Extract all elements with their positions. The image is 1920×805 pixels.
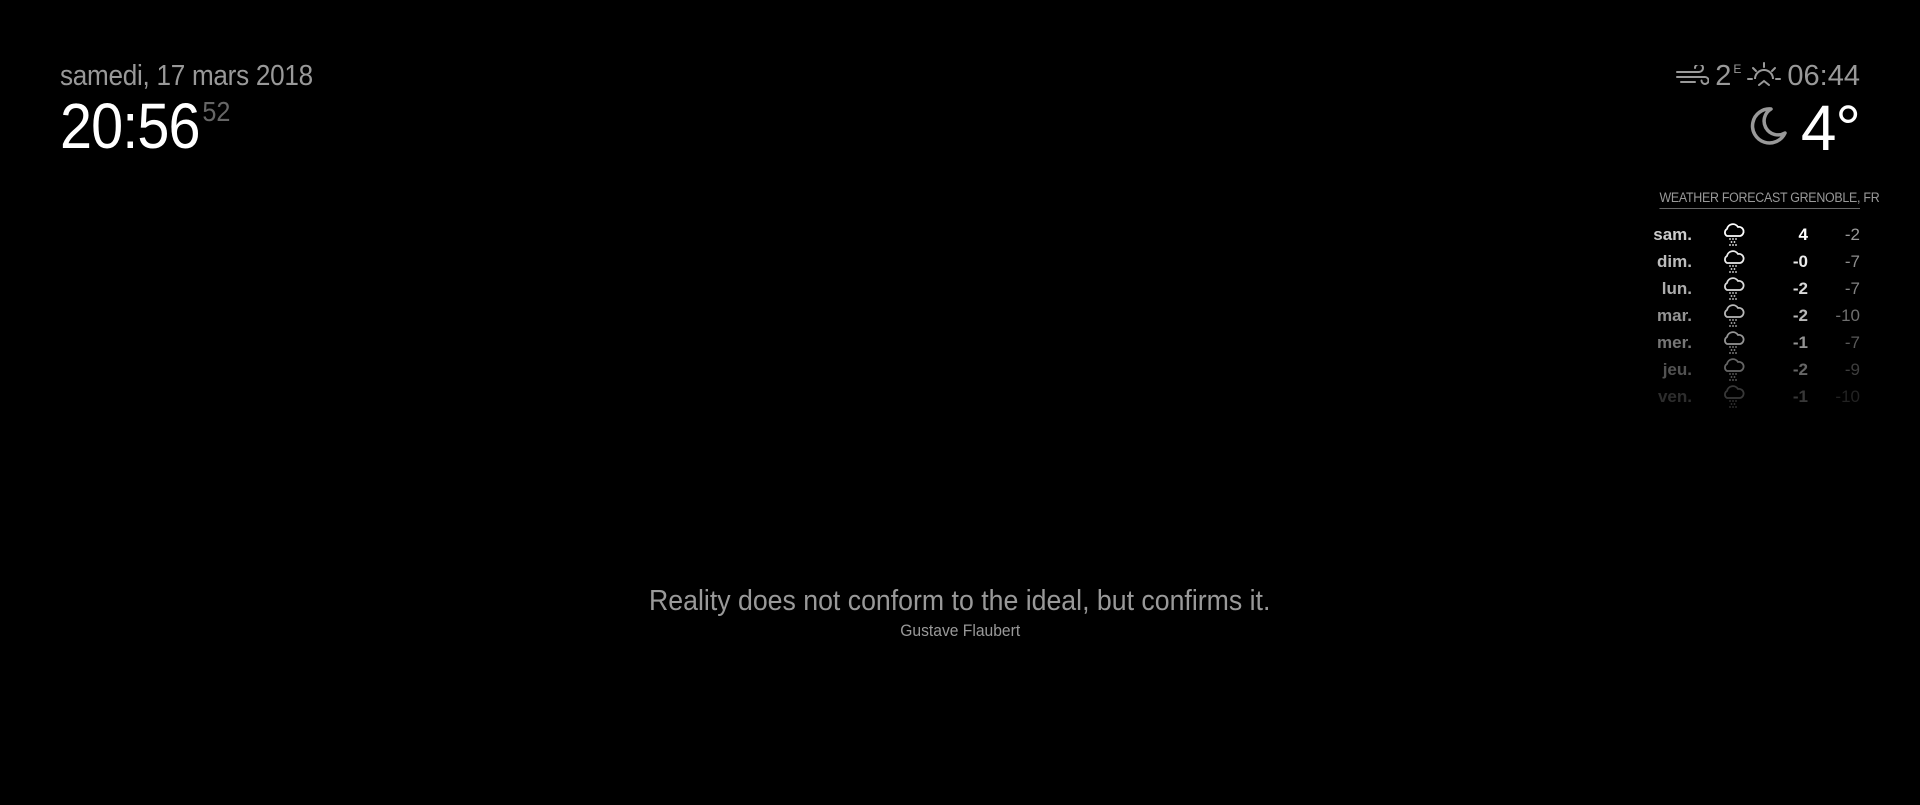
forecast-min-temp: -7 xyxy=(1844,332,1860,352)
forecast-table: sam. 4 -2 dim. -0 -7 lun. -2 -7 mar. -2 xyxy=(1642,221,1860,410)
clock-hours-minutes: 20:56 xyxy=(60,90,201,162)
snow-icon xyxy=(1692,302,1774,329)
snow-icon xyxy=(1692,329,1774,356)
snow-icon xyxy=(1692,275,1774,302)
forecast-min-temp: -10 xyxy=(1835,386,1860,406)
forecast-day: mar. xyxy=(1657,305,1692,325)
forecast-day: mer. xyxy=(1657,332,1692,352)
forecast-row: ven. -1 -10 xyxy=(1642,383,1860,410)
compliment-quote-module: Reality does not conform to the ideal, b… xyxy=(0,583,1920,643)
forecast-max-temp: -1 xyxy=(1792,386,1808,406)
forecast-max-temp: -1 xyxy=(1792,332,1808,352)
weather-forecast-module: WEATHER FORECAST GRENOBLE, FR sam. 4 -2 … xyxy=(1642,190,1880,410)
clock-seconds: 52 xyxy=(202,96,231,127)
sunrise-time: 06:44 xyxy=(1787,59,1860,92)
forecast-day: lun. xyxy=(1661,278,1692,298)
clock-module: samedi, 17 mars 2018 20:56 52 xyxy=(60,58,341,158)
forecast-day: dim. xyxy=(1657,251,1692,271)
night-clear-moon-icon xyxy=(1749,105,1789,152)
forecast-max-temp: -2 xyxy=(1792,305,1808,325)
forecast-day: ven. xyxy=(1657,386,1692,406)
forecast-row: lun. -2 -7 xyxy=(1642,275,1860,302)
current-weather-module: 2 E 06:44 4° xyxy=(1675,58,1861,164)
quote-author: Gustave Flaubert xyxy=(900,621,1020,640)
current-weather-details: 2 E 06:44 xyxy=(1675,58,1860,94)
forecast-day: sam. xyxy=(1653,224,1692,244)
snow-icon xyxy=(1692,221,1774,248)
forecast-min-temp: -9 xyxy=(1844,359,1860,379)
forecast-max-temp: -2 xyxy=(1792,278,1808,298)
clock-time: 20:56 52 xyxy=(60,94,313,158)
wind-speed: 2 xyxy=(1715,59,1732,92)
quote-text: Reality does not conform to the ideal, b… xyxy=(649,585,1271,617)
forecast-row: mer. -1 -7 xyxy=(1642,329,1860,356)
forecast-day: jeu. xyxy=(1662,359,1692,379)
current-temperature-row: 4° xyxy=(1675,92,1861,164)
forecast-row: mar. -2 -10 xyxy=(1642,302,1860,329)
forecast-header: WEATHER FORECAST GRENOBLE, FR xyxy=(1659,190,1880,209)
snow-icon xyxy=(1692,383,1774,410)
forecast-min-temp: -2 xyxy=(1844,224,1860,244)
snow-icon xyxy=(1692,356,1774,383)
forecast-max-temp: -2 xyxy=(1792,359,1808,379)
forecast-min-temp: -7 xyxy=(1844,278,1860,298)
forecast-max-temp: 4 xyxy=(1798,224,1808,244)
forecast-min-temp: -10 xyxy=(1835,305,1860,325)
forecast-row: jeu. -2 -9 xyxy=(1642,356,1860,383)
current-temperature: 4° xyxy=(1800,92,1861,164)
forecast-row: dim. -0 -7 xyxy=(1642,248,1860,275)
forecast-min-temp: -7 xyxy=(1844,251,1860,271)
snow-icon xyxy=(1692,248,1774,275)
forecast-max-temp: -0 xyxy=(1792,251,1808,271)
forecast-row: sam. 4 -2 xyxy=(1642,221,1860,248)
wind-direction: E xyxy=(1733,62,1742,76)
sunrise-icon xyxy=(1747,61,1782,91)
clock-date: samedi, 17 mars 2018 xyxy=(60,60,313,92)
wind-icon xyxy=(1675,65,1710,87)
